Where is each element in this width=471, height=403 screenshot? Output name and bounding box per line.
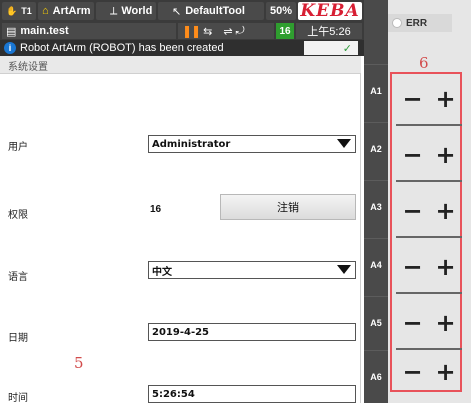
motion-icon: ⤾	[235, 24, 245, 37]
jog-plus-a6[interactable]: +	[434, 359, 458, 385]
coord-icon: ⟂	[110, 4, 118, 17]
user-select[interactable]: Administrator	[148, 135, 356, 153]
check-icon: ✓	[342, 42, 352, 55]
jog-row-a3: − +	[396, 186, 462, 238]
jog-plus-a1[interactable]: +	[434, 86, 458, 112]
tool-name: DefaultTool	[185, 5, 245, 17]
jog-minus-a3[interactable]: −	[401, 198, 425, 224]
count-value: 16	[279, 25, 291, 37]
mode-label: T1	[21, 6, 32, 16]
top-gap	[364, 0, 388, 40]
dropdown-arrow-icon	[337, 265, 351, 274]
jog-plus-a4[interactable]: +	[434, 254, 458, 280]
rights-label: 权限	[8, 210, 28, 221]
robot-selector[interactable]: ⌂ ArtArm	[38, 2, 94, 20]
program-name: main.test	[20, 25, 69, 37]
axis-a6: A6	[364, 350, 388, 402]
program-selector[interactable]: ▤ main.test	[2, 23, 176, 39]
status-bar: ✋ T1 ⌂ ArtArm ⟂ World ↖ DefaultTool 50% …	[0, 0, 364, 40]
annotation-6: 6	[419, 54, 429, 72]
axis-a2: A2	[364, 122, 388, 174]
jog-minus-a4[interactable]: −	[401, 254, 425, 280]
date-label: 日期	[8, 333, 28, 344]
panel-title: 系统设置	[0, 56, 361, 74]
annotation-5: 5	[74, 354, 84, 372]
speed-override[interactable]: 50%	[266, 2, 296, 20]
user-label: 用户	[8, 142, 28, 153]
jog-minus-a6[interactable]: −	[401, 359, 425, 385]
jog-row-a6: − +	[396, 346, 462, 398]
axis-a1: A1	[364, 64, 388, 116]
axis-a4: A4	[364, 238, 388, 290]
axis-strip: A1 A2 A3 A4 A5 A6	[364, 40, 388, 403]
error-indicator[interactable]: ERR	[388, 14, 452, 32]
user-value: Administrator	[152, 138, 231, 150]
message-bar[interactable]: i Robot ArtArm (ROBOT) has been created …	[0, 40, 364, 56]
coord-name: World	[121, 5, 153, 17]
time-value: 5:26:54	[152, 388, 195, 400]
time-label: 时间	[8, 393, 28, 403]
message-text: Robot ArtArm (ROBOT) has been created	[20, 42, 224, 54]
axis-a5: A5	[364, 296, 388, 348]
mode-t1[interactable]: ✋ T1	[2, 2, 36, 20]
language-select[interactable]: 中文	[148, 261, 356, 279]
language-value: 中文	[152, 266, 172, 278]
status-row-top: ✋ T1 ⌂ ArtArm ⟂ World ↖ DefaultTool 50% …	[0, 0, 364, 22]
hand-icon: ✋	[6, 5, 18, 16]
logo-text: KEBA	[300, 1, 360, 21]
tool-icon: ↖	[172, 5, 182, 18]
coord-selector[interactable]: ⟂ World	[96, 2, 156, 20]
time-field[interactable]: 5:26:54	[148, 385, 356, 403]
clock-value: 上午5:26	[307, 26, 351, 38]
info-icon: i	[4, 42, 16, 54]
clock: 上午5:26	[296, 23, 362, 39]
jog-plus-a2[interactable]: +	[434, 142, 458, 168]
system-settings-panel: 系统设置 用户 Administrator 权限 16 注销 语言 中文 日期 …	[0, 56, 361, 403]
speed-value: 50%	[269, 5, 293, 17]
jog-plus-a5[interactable]: +	[434, 310, 458, 336]
error-label: ERR	[406, 17, 428, 29]
date-value: 2019-4-25	[152, 326, 210, 338]
language-label: 语言	[8, 272, 28, 283]
jog-row-a4: − +	[396, 242, 462, 294]
status-row-bottom: ▤ main.test ❚❚ ⇆ ⇌ ⤾ 16 上午5:26	[0, 22, 364, 40]
run-mode-icon: ⇌	[223, 25, 233, 38]
jog-minus-a2[interactable]: −	[401, 142, 425, 168]
rights-value: 16	[150, 204, 162, 215]
jog-plus-a3[interactable]: +	[434, 198, 458, 224]
robot-name: ArtArm	[52, 5, 91, 17]
jog-panel: ERR 6 − + − + − + − + − + − +	[388, 0, 471, 403]
jog-minus-a1[interactable]: −	[401, 86, 425, 112]
status-led-icon	[392, 18, 402, 28]
axis-a3: A3	[364, 180, 388, 232]
jog-row-a1: − +	[396, 74, 462, 126]
robot-icon: ⌂	[42, 5, 49, 17]
program-state[interactable]: ❚❚ ⇆ ⇌ ⤾	[178, 23, 274, 39]
jog-row-a5: − +	[396, 298, 462, 350]
keba-logo: KEBA	[298, 1, 362, 21]
step-mode-icon: ⇆	[203, 25, 213, 38]
logout-label: 注销	[277, 201, 299, 214]
date-field[interactable]: 2019-4-25	[148, 323, 356, 341]
dropdown-arrow-icon	[337, 139, 351, 148]
acknowledge-button[interactable]: ✓	[304, 41, 358, 55]
logout-button[interactable]: 注销	[220, 194, 356, 220]
pause-icon: ❚❚	[182, 24, 201, 38]
jog-minus-a5[interactable]: −	[401, 310, 425, 336]
file-icon: ▤	[6, 25, 17, 38]
jog-buttons-frame: − + − + − + − + − + − +	[390, 72, 462, 392]
count-badge: 16	[276, 23, 294, 39]
tool-selector[interactable]: ↖ DefaultTool	[158, 2, 264, 20]
jog-row-a2: − +	[396, 130, 462, 182]
